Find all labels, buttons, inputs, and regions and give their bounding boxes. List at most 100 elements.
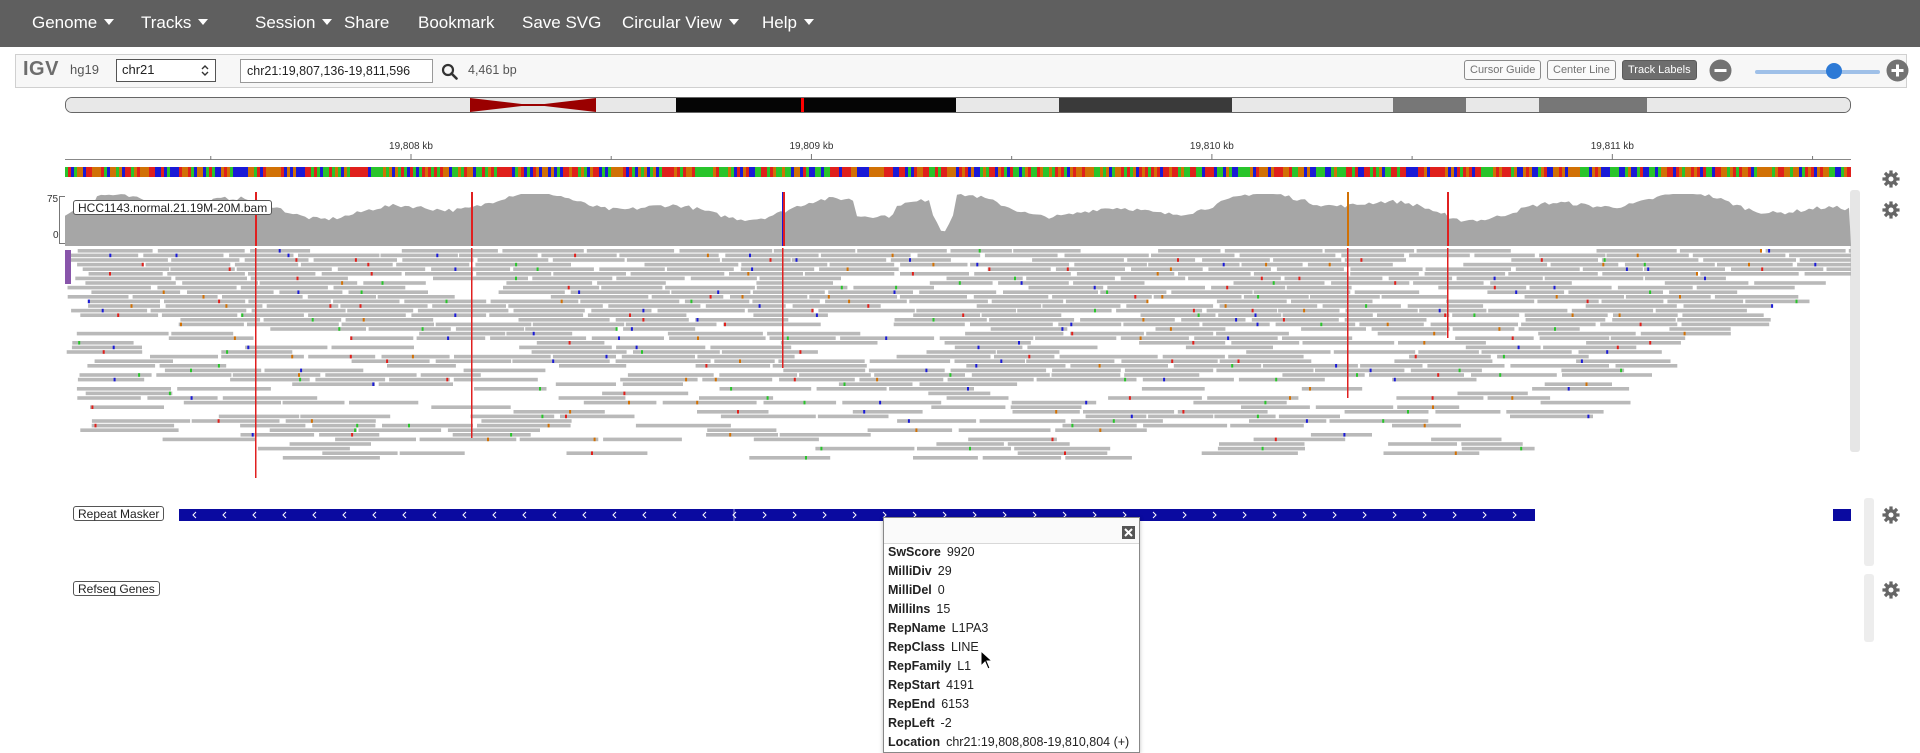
aligned-read [714, 359, 775, 363]
sequence-base [458, 167, 461, 177]
sequence-base [1202, 167, 1205, 177]
alignment-track-scrollbar[interactable] [1850, 190, 1860, 452]
gear-icon[interactable] [1882, 506, 1900, 524]
menu-save-svg[interactable]: Save SVG [522, 0, 601, 47]
read-mismatch [803, 400, 806, 405]
center-line-button[interactable]: Center Line [1547, 60, 1616, 80]
chromosome-ideogram[interactable] [65, 97, 1851, 113]
chromosome-select[interactable]: chr21 [116, 59, 216, 82]
menu-session[interactable]: Session [255, 0, 333, 47]
read-mismatch [87, 299, 90, 304]
close-icon[interactable] [1122, 526, 1135, 539]
aligned-read [1613, 313, 1678, 317]
read-mismatch [739, 359, 741, 363]
cursor-guide-button[interactable]: Cursor Guide [1464, 60, 1542, 80]
zoom-slider-handle[interactable] [1826, 63, 1842, 79]
repeat-track-scrollbar[interactable] [1864, 498, 1874, 566]
sequence-base [1610, 167, 1613, 177]
aligned-read [1224, 249, 1323, 253]
aligned-read [1017, 308, 1112, 313]
read-mismatch [706, 253, 709, 258]
popup-row: MilliIns 15 [888, 602, 950, 616]
sequence-base [761, 167, 764, 177]
coverage-track[interactable] [65, 188, 1851, 246]
read-mismatch [867, 304, 870, 308]
sequence-base [1034, 167, 1037, 177]
aligned-read [230, 377, 310, 382]
sequence-base [1277, 167, 1280, 177]
aligned-read [1601, 258, 1699, 262]
sequence-base [1484, 167, 1487, 177]
read-mismatch [1142, 318, 1145, 322]
aligned-read [825, 299, 907, 304]
menu-genome[interactable]: Genome [32, 0, 115, 47]
sequence-base [1664, 167, 1667, 177]
sequence-base [503, 167, 506, 177]
sequence-base [1052, 167, 1055, 177]
sequence-base [662, 167, 665, 177]
genes-track-scrollbar[interactable] [1864, 574, 1874, 642]
aligned-read [1322, 304, 1401, 308]
aligned-read [1241, 405, 1310, 409]
sequence-base [323, 167, 326, 177]
menu-circular-view[interactable]: Circular View [622, 0, 739, 47]
aligned-read [171, 331, 234, 336]
alignment-reads[interactable] [65, 248, 1851, 490]
gear-icon[interactable] [1882, 201, 1900, 219]
menu-share[interactable]: Share [344, 0, 389, 47]
read-mismatch [1071, 331, 1074, 336]
sequence-base [200, 167, 203, 177]
ideogram-band [1539, 98, 1647, 112]
sequence-base [1670, 167, 1673, 177]
read-mismatch [730, 387, 733, 391]
menu-tracks[interactable]: Tracks [141, 0, 209, 47]
sequence-base [644, 167, 647, 177]
gear-icon[interactable] [1882, 581, 1900, 599]
zoom-in-icon[interactable] [1886, 59, 1909, 82]
sequence-base [407, 167, 410, 177]
read-mismatch [893, 290, 896, 294]
sequence-base [1550, 167, 1553, 177]
read-mismatch [1696, 272, 1698, 276]
menu-help[interactable]: Help [762, 0, 814, 47]
sequence-base [1049, 167, 1052, 177]
aligned-read [1529, 285, 1612, 290]
menu-session-label: Session [255, 13, 316, 32]
sequence-base [629, 167, 632, 177]
aligned-read [1714, 295, 1799, 299]
sequence-base [1772, 167, 1775, 177]
sequence-base [365, 167, 368, 177]
sequence-base [1469, 167, 1472, 177]
locus-search-input[interactable] [240, 59, 433, 83]
sequence-base [1697, 167, 1700, 177]
aligned-read [1452, 313, 1520, 317]
ideogram-band [1059, 98, 1232, 112]
aligned-read [1291, 299, 1373, 304]
sequence-base [89, 167, 92, 177]
aligned-read [1282, 373, 1365, 377]
sequence-base [1460, 167, 1463, 177]
read-mismatch [1795, 299, 1798, 304]
aligned-read [347, 308, 414, 313]
menu-bookmark[interactable]: Bookmark [418, 0, 495, 47]
sequence-base [1229, 167, 1232, 177]
track-labels-button[interactable]: Track Labels [1622, 60, 1697, 80]
read-mismatch [1064, 451, 1066, 455]
zoom-slider[interactable] [1755, 70, 1880, 74]
aligned-read [87, 364, 156, 368]
coverage-mismatch-bar [1447, 192, 1449, 246]
zoom-out-icon[interactable] [1709, 59, 1732, 82]
aligned-read [809, 295, 898, 299]
aligned-read [156, 373, 232, 377]
sequence-base [143, 167, 146, 177]
aligned-read [1171, 290, 1253, 294]
search-icon[interactable] [441, 63, 458, 80]
sequence-base [146, 167, 149, 177]
sequence-base [1061, 167, 1064, 177]
sequence-base [575, 167, 578, 177]
sequence-base [1136, 167, 1139, 177]
gear-icon[interactable] [1882, 170, 1900, 188]
aligned-read [1239, 253, 1336, 258]
popup-row-key: RepFamily [888, 659, 952, 673]
read-mismatch [1414, 354, 1417, 359]
